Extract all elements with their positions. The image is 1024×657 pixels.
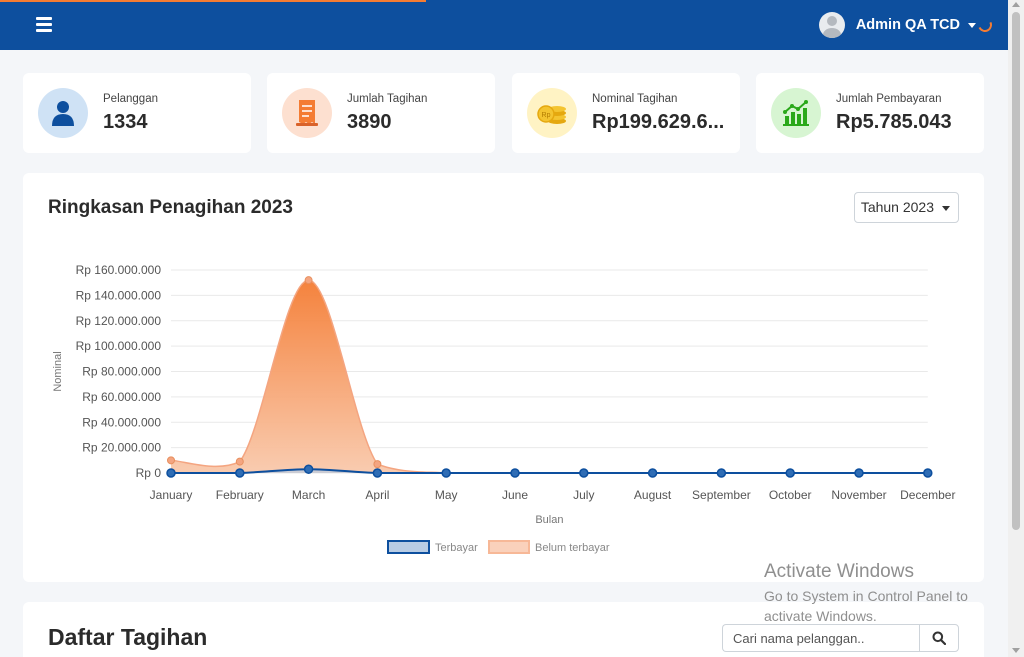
scroll-thumb[interactable] <box>1012 12 1020 530</box>
x-tick-label: September <box>692 488 751 502</box>
user-icon <box>38 88 88 138</box>
data-point-belum-terbayar <box>373 460 382 469</box>
x-tick-label: May <box>435 488 458 502</box>
coins-icon: Rp <box>527 88 577 138</box>
search-button[interactable] <box>919 624 959 652</box>
x-tick-label: July <box>573 488 594 502</box>
x-tick-label: December <box>900 488 955 502</box>
year-select[interactable]: Tahun 2023 <box>853 192 959 223</box>
data-point-terbayar <box>647 468 658 478</box>
watermark-title: Activate Windows <box>764 561 914 582</box>
y-tick-label: Rp 120.000.000 <box>76 314 162 328</box>
data-point-belum-terbayar <box>167 456 175 465</box>
legend-label: Belum terbayar <box>535 542 610 554</box>
stat-card-jumlah-pembayaran: Jumlah Pembayaran Rp5.785.043 <box>756 73 984 153</box>
y-tick-label: Rp 160.000.000 <box>76 263 162 277</box>
x-tick-label: June <box>502 488 528 502</box>
chevron-down-icon <box>968 22 976 28</box>
loading-progress-bar <box>0 0 426 2</box>
stat-value: Rp199.629.6... <box>592 110 725 133</box>
series-area-belum-terbayar <box>171 280 928 473</box>
y-axis-label: Nominal <box>52 351 64 391</box>
stat-label: Jumlah Tagihan <box>347 92 428 105</box>
scroll-up-arrow-icon[interactable] <box>1012 2 1020 7</box>
y-tick-label: Rp 140.000.000 <box>76 288 162 302</box>
data-point-terbayar <box>510 468 520 478</box>
y-tick-label: Rp 0 <box>136 466 162 480</box>
data-point-terbayar <box>854 468 864 478</box>
search-input[interactable] <box>722 624 919 652</box>
y-tick-label: Rp 20.000.000 <box>82 441 161 455</box>
page-scrollbar[interactable] <box>1008 0 1024 657</box>
avatar <box>818 12 845 38</box>
watermark-line: activate Windows. <box>764 608 877 624</box>
data-point-terbayar <box>716 468 727 478</box>
y-tick-label: Rp 60.000.000 <box>82 390 161 404</box>
list-title: Daftar Tagihan <box>48 624 208 650</box>
windows-activation-watermark: Activate Windows Go to System in Control… <box>764 561 968 626</box>
stat-label: Nominal Tagihan <box>592 92 678 105</box>
chart-title: Ringkasan Penagihan 2023 <box>48 197 293 218</box>
data-point-terbayar <box>372 468 383 478</box>
data-point-terbayar <box>303 464 314 474</box>
data-point-terbayar <box>579 468 589 478</box>
stat-value: Rp5.785.043 <box>836 110 952 133</box>
data-point-terbayar <box>235 468 245 478</box>
loading-spinner-icon <box>976 16 994 34</box>
svg-text:Rp: Rp <box>542 112 551 119</box>
x-tick-label: January <box>150 488 193 502</box>
legend-swatch <box>387 540 430 554</box>
stat-card-pelanggan: Pelanggan 1334 <box>23 73 251 153</box>
stat-card-jumlah-tagihan: Jumlah Tagihan 3890 <box>267 73 495 153</box>
x-tick-label: October <box>769 488 812 502</box>
menu-toggle-icon[interactable] <box>36 17 52 32</box>
stat-value: 3890 <box>347 110 392 133</box>
y-tick-label: Rp 100.000.000 <box>76 339 162 353</box>
legend-label: Terbayar <box>435 542 478 554</box>
stat-label: Jumlah Pembayaran <box>836 92 942 105</box>
x-tick-label: February <box>216 488 264 502</box>
y-tick-label: Rp 40.000.000 <box>82 415 161 429</box>
x-tick-label: April <box>365 488 389 502</box>
search-icon <box>932 631 946 645</box>
search-box <box>722 624 959 652</box>
stat-card-nominal-tagihan: Rp Nominal Tagihan Rp199.629.6... <box>512 73 740 153</box>
growth-chart-icon <box>771 88 821 138</box>
data-point-terbayar <box>166 468 176 478</box>
watermark-line: Go to System in Control Panel to <box>764 588 968 604</box>
x-tick-label: March <box>292 488 325 502</box>
top-navbar: Admin QA TCD <box>0 0 1008 50</box>
stat-value: 1334 <box>103 110 148 133</box>
y-tick-label: Rp 80.000.000 <box>82 365 161 379</box>
x-axis-label: Bulan <box>535 514 563 526</box>
x-tick-label: August <box>634 488 672 502</box>
user-name: Admin QA TCD <box>855 17 960 33</box>
data-point-terbayar <box>923 468 933 478</box>
data-point-terbayar <box>441 468 451 478</box>
stat-label: Pelanggan <box>103 92 158 105</box>
data-point-belum-terbayar <box>304 276 313 285</box>
x-tick-label: November <box>831 488 886 502</box>
scroll-down-arrow-icon[interactable] <box>1012 648 1020 653</box>
data-point-terbayar <box>785 468 795 478</box>
data-point-belum-terbayar <box>235 457 244 466</box>
billing-summary-chart: Rp 0 Rp 20.000.000 Rp 40.000.000 Rp 60.000.… <box>52 263 955 554</box>
user-menu[interactable]: Admin QA TCD <box>818 12 994 38</box>
receipt-icon <box>282 88 332 138</box>
billing-summary-card: Rp 0 Rp 20.000.000 Rp 40.000.000 Rp 60.000.… <box>23 173 984 582</box>
legend-swatch <box>488 540 530 554</box>
